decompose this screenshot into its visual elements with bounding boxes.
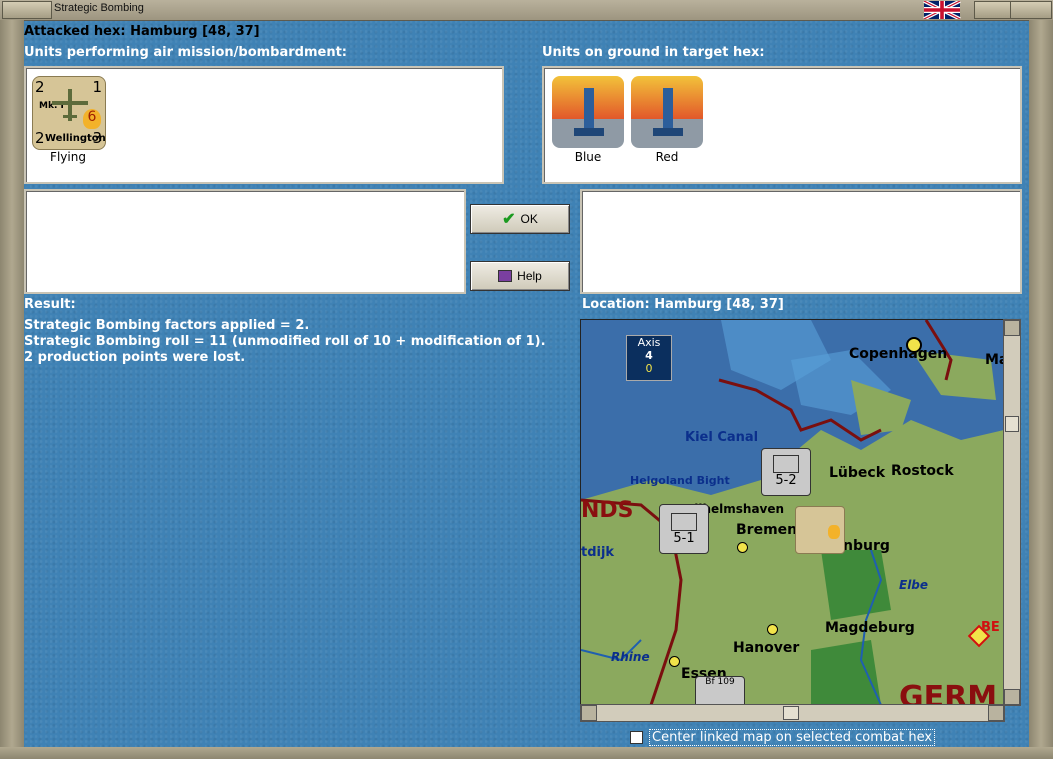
right-frame (1029, 20, 1053, 759)
ok-button[interactable]: ✔ OK (470, 204, 570, 234)
ground-unit-label-red: Red (655, 150, 679, 164)
scroll-up-arrow-icon[interactable] (1004, 320, 1020, 336)
checkmark-icon: ✔ (502, 211, 516, 228)
air-unit-label: Flying (50, 150, 86, 164)
location-heading: Location: Hamburg [48, 37] (582, 297, 784, 312)
center-map-checkbox-row[interactable]: Center linked map on selected combat hex (630, 729, 936, 746)
ground-units-panel: Blue Red (542, 66, 1022, 184)
counter-bottom-right: 3 (92, 129, 102, 147)
ground-unit-label-blue: Blue (574, 150, 602, 164)
counter-bottom-left: 2 (35, 129, 45, 147)
map-label-tdijk: tdijk (581, 545, 615, 560)
result-line: 2 production points were lost. (24, 350, 246, 365)
ok-button-label: OK (520, 212, 538, 226)
map-label-hanover: Hanover (733, 640, 800, 656)
map-unit-5-2-label: 5-2 (775, 473, 797, 488)
city-marker-icon (737, 542, 748, 553)
map-bf109-label: Bf 109 (705, 677, 735, 687)
smokestack-icon (653, 88, 683, 136)
factory-counter-red[interactable] (631, 76, 703, 148)
center-map-checkbox-label[interactable]: Center linked map on selected combat hex (649, 729, 936, 746)
infantry-symbol-icon (773, 455, 799, 473)
result-heading: Result: (24, 297, 76, 312)
map-unit-5-1-label: 5-1 (673, 531, 695, 546)
map-label-copenhagen: Copenhagen (849, 346, 948, 362)
scroll-left-arrow-icon[interactable] (581, 705, 597, 721)
capital-marker-icon (906, 337, 922, 353)
axis-box: Axis 4 0 (626, 335, 672, 381)
map-label-ma: Ma (985, 352, 1004, 368)
counter-badge: 6 (83, 109, 101, 129)
infantry-symbol-icon (671, 513, 697, 531)
attacked-hex-label: Attacked hex: Hamburg [48, 37] (24, 24, 260, 39)
linked-map[interactable]: Axis 4 0 Copenhagen Ma Kiel Canal Lübeck… (580, 319, 1005, 706)
map-label-elbe: Elbe (899, 578, 929, 592)
help-button[interactable]: Help (470, 261, 570, 291)
map-unit-5-1[interactable]: 5-1 (659, 504, 709, 554)
map-label-hamburg: nburg (843, 538, 890, 554)
ground-detail-panel (580, 189, 1022, 294)
smokestack-icon (574, 88, 604, 136)
axis-box-value1: 4 (645, 349, 653, 362)
bottom-frame (0, 747, 1053, 759)
scroll-right-arrow-icon[interactable] (988, 705, 1004, 721)
result-line: Strategic Bombing factors applied = 2. (24, 318, 310, 333)
city-marker-icon (669, 656, 680, 667)
counter-top-right: 1 (92, 78, 102, 96)
book-icon (498, 270, 513, 282)
scroll-down-arrow-icon[interactable] (1004, 689, 1020, 705)
system-menu-button[interactable] (2, 1, 52, 19)
map-wellington-counter[interactable] (795, 506, 845, 554)
map-unit-5-2[interactable]: 5-2 (761, 448, 811, 496)
map-label-lubeck: Lübeck (829, 465, 886, 481)
ground-units-heading: Units on ground in target hex: (542, 45, 765, 60)
flame-icon (828, 525, 840, 539)
map-label-rostock: Rostock (891, 463, 954, 479)
factory-counter-blue[interactable] (552, 76, 624, 148)
air-units-heading: Units performing air mission/bombardment… (24, 45, 348, 60)
map-bf109-counter[interactable]: Bf 109 (695, 676, 745, 705)
uk-flag-icon (923, 1, 961, 19)
title-bar: Strategic Bombing (0, 0, 1053, 21)
map-label-helgoland: Helgoland Bight (630, 474, 730, 487)
result-line: Strategic Bombing roll = 11 (unmodified … (24, 334, 546, 349)
air-detail-panel (24, 189, 466, 294)
city-marker-icon (767, 624, 778, 635)
result-text: Strategic Bombing factors applied = 2. S… (24, 318, 546, 366)
horizontal-scroll-thumb[interactable] (783, 706, 799, 720)
strategic-bombing-window: Strategic Bombing Attacked hex: Hamburg … (0, 0, 1053, 759)
left-frame (0, 20, 24, 759)
map-vertical-scrollbar[interactable] (1003, 319, 1021, 706)
help-button-label: Help (517, 269, 542, 283)
map-label-rhine: Rhine (611, 650, 650, 664)
map-label-magdeburg: Magdeburg (825, 620, 915, 636)
map-label-kiel-canal: Kiel Canal (685, 430, 759, 445)
vertical-scroll-thumb[interactable] (1005, 416, 1019, 432)
axis-box-label: Axis (637, 336, 661, 349)
axis-box-value2: 0 (645, 362, 653, 375)
map-horizontal-scrollbar[interactable] (580, 704, 1005, 722)
map-label-nds: NDS (581, 498, 634, 523)
wellington-counter[interactable]: 2 1 Mk. I 6 2 Wellington 3 (32, 76, 106, 150)
window-title: Strategic Bombing (54, 2, 144, 14)
map-label-germ: GERM (899, 680, 998, 706)
counter-top-left: 2 (35, 78, 45, 96)
map-label-bremen: Bremen (736, 522, 798, 538)
air-units-panel: 2 1 Mk. I 6 2 Wellington 3 Flying (24, 66, 504, 184)
close-button[interactable] (1010, 1, 1052, 19)
center-map-checkbox[interactable] (630, 731, 643, 744)
